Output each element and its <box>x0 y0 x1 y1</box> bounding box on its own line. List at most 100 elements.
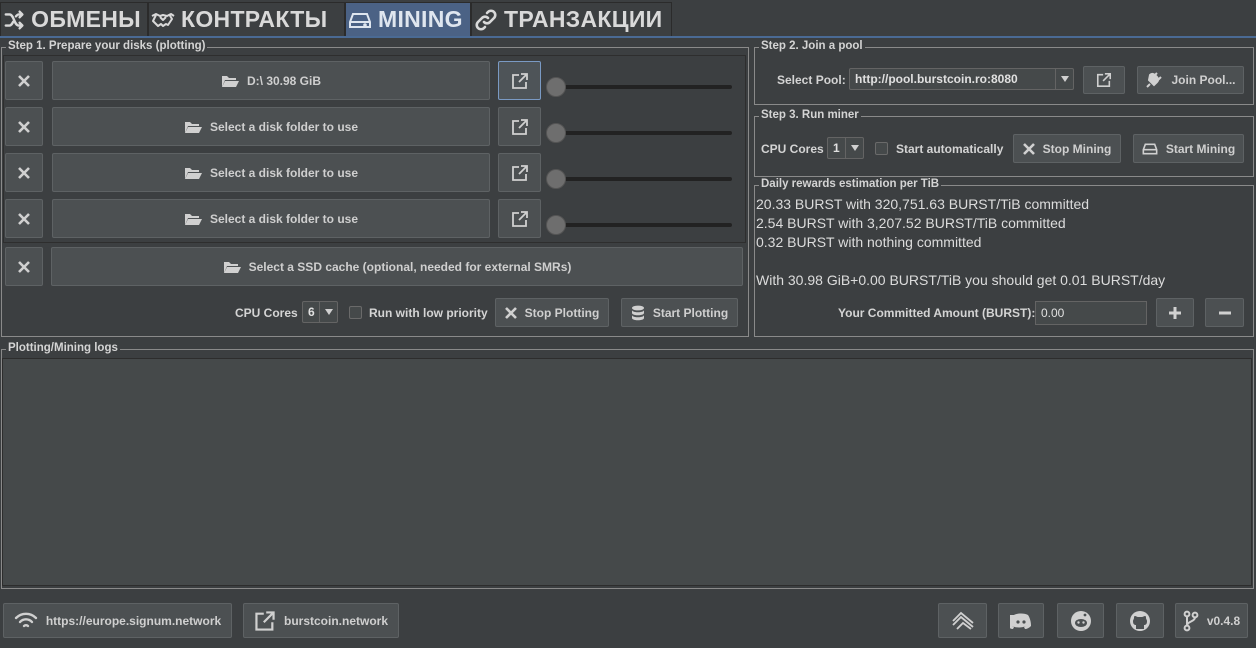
step2-title: Step 2. Join a pool <box>759 40 865 52</box>
reward-line: 20.33 BURST with 320,751.63 BURST/TiB co… <box>756 196 1090 212</box>
start-mining-label: Start Mining <box>1165 141 1236 156</box>
logs-title: Plotting/Mining logs <box>6 342 120 354</box>
shuffle-icon <box>4 9 24 30</box>
close-icon <box>18 74 30 87</box>
remove-ssd-button[interactable] <box>5 247 43 286</box>
close-icon <box>1022 142 1035 155</box>
committed-amount-label: Your Committed Amount (BURST): <box>838 306 1036 320</box>
external-link-icon <box>1096 72 1112 88</box>
step3-title: Step 3. Run miner <box>759 109 861 121</box>
github-icon <box>1130 610 1150 631</box>
remove-disk-button[interactable] <box>5 61 43 100</box>
chevron-down-icon <box>319 302 337 322</box>
mine-cpu-cores-select[interactable]: 1 <box>827 137 864 159</box>
close-icon <box>18 120 30 133</box>
hard-drive-icon <box>1142 143 1158 154</box>
reward-summary: With 30.98 GiB+0.00 BURST/TiB you should… <box>756 272 1166 288</box>
disk-folder-button[interactable]: D:\ 30.98 GiB <box>52 61 490 100</box>
disk-folder-button[interactable]: Select a disk folder to use <box>52 153 490 192</box>
select-pool-label: Select Pool: <box>777 73 846 87</box>
external-link-icon <box>511 210 528 227</box>
open-folder-button[interactable] <box>498 199 541 238</box>
plot-cpu-cores-label: CPU Cores <box>235 306 298 320</box>
external-link-icon <box>511 72 528 89</box>
website-button[interactable]: burstcoin.network <box>243 603 399 638</box>
discord-icon <box>1010 613 1031 629</box>
folder-open-icon <box>221 75 239 87</box>
tab-label: ТРАНЗАКЦИИ <box>504 6 663 32</box>
committed-amount-input[interactable] <box>1035 301 1147 325</box>
start-plotting-label: Start Plotting <box>652 305 729 320</box>
remove-disk-button[interactable] <box>5 107 43 146</box>
pool-select[interactable]: http://pool.burstcoin.ro:8080 <box>849 68 1074 90</box>
external-link-icon <box>511 118 528 135</box>
start-auto-checkbox[interactable] <box>875 142 888 155</box>
slider-handle[interactable] <box>546 215 566 235</box>
stop-mining-button[interactable]: Stop Mining <box>1013 134 1121 163</box>
close-icon <box>18 212 30 225</box>
remove-disk-button[interactable] <box>5 153 43 192</box>
hard-drive-icon <box>349 12 371 28</box>
discord-button[interactable] <box>998 603 1044 638</box>
tab-mining[interactable]: MINING <box>345 2 471 36</box>
wifi-icon <box>14 612 38 627</box>
join-pool-button[interactable]: Join Pool... <box>1137 66 1244 94</box>
tab-contracts[interactable]: КОНТРАКТЫ <box>148 2 345 36</box>
close-icon <box>504 306 517 319</box>
folder-open-icon <box>223 261 241 273</box>
slider-handle[interactable] <box>546 77 566 97</box>
open-folder-button[interactable] <box>498 153 541 192</box>
disk-size-slider[interactable] <box>552 131 732 135</box>
remove-disk-button[interactable] <box>5 199 43 238</box>
open-pool-button[interactable] <box>1083 66 1125 94</box>
website-label: burstcoin.network <box>283 613 388 628</box>
minus-icon <box>1218 311 1231 314</box>
reward-line: 0.32 BURST with nothing committed <box>756 234 982 250</box>
stop-plotting-label: Stop Plotting <box>524 305 600 320</box>
start-auto-label: Start automatically <box>896 142 1004 156</box>
handshake-icon <box>151 12 175 27</box>
branch-icon <box>1183 610 1199 631</box>
plug-icon <box>1146 72 1163 88</box>
disk-folder-label: Select a disk folder to use <box>209 119 359 134</box>
folder-open-icon <box>184 213 202 225</box>
decrease-amount-button[interactable] <box>1205 298 1244 327</box>
increase-amount-button[interactable] <box>1156 298 1194 327</box>
disk-folder-label: Select a disk folder to use <box>209 211 359 226</box>
version-button[interactable]: v0.4.8 <box>1175 603 1248 638</box>
low-priority-checkbox[interactable] <box>349 306 362 319</box>
database-icon <box>631 305 644 320</box>
signum-button[interactable] <box>938 603 987 638</box>
node-button[interactable]: https://europe.signum.network <box>3 603 232 638</box>
tab-label: MINING <box>378 6 463 32</box>
close-icon <box>18 260 30 273</box>
disk-size-slider[interactable] <box>552 223 732 227</box>
disk-folder-button[interactable]: Select a disk folder to use <box>52 107 490 146</box>
tab-exchanges[interactable]: ОБМЕНЫ <box>0 2 148 36</box>
disk-folder-button[interactable]: Select a disk folder to use <box>52 199 490 238</box>
disk-size-slider[interactable] <box>552 85 732 89</box>
logs-textarea[interactable] <box>2 358 1252 586</box>
step1-title: Step 1. Prepare your disks (plotting) <box>6 40 208 52</box>
disk-folder-label: D:\ 30.98 GiB <box>246 73 322 88</box>
open-folder-button[interactable] <box>498 107 541 146</box>
slider-handle[interactable] <box>546 123 566 143</box>
rewards-title: Daily rewards estimation per TiB <box>759 178 942 190</box>
stop-plotting-button[interactable]: Stop Plotting <box>495 298 609 327</box>
plot-cpu-cores-select[interactable]: 6 <box>302 301 338 323</box>
reddit-button[interactable] <box>1057 603 1104 638</box>
disk-size-slider[interactable] <box>552 177 732 181</box>
chevron-down-icon <box>845 138 863 158</box>
start-mining-button[interactable]: Start Mining <box>1133 134 1244 163</box>
slider-handle[interactable] <box>546 169 566 189</box>
ssd-cache-button[interactable]: Select a SSD cache (optional, needed for… <box>51 247 743 286</box>
external-link-icon <box>511 164 528 181</box>
plus-icon <box>1169 306 1181 319</box>
tab-transactions[interactable]: ТРАНЗАКЦИИ <box>471 2 672 36</box>
github-button[interactable] <box>1116 603 1164 638</box>
close-icon <box>18 166 30 179</box>
open-folder-button[interactable] <box>498 61 541 100</box>
stop-mining-label: Stop Mining <box>1042 141 1112 156</box>
disk-folder-label: Select a disk folder to use <box>209 165 359 180</box>
start-plotting-button[interactable]: Start Plotting <box>621 298 738 327</box>
